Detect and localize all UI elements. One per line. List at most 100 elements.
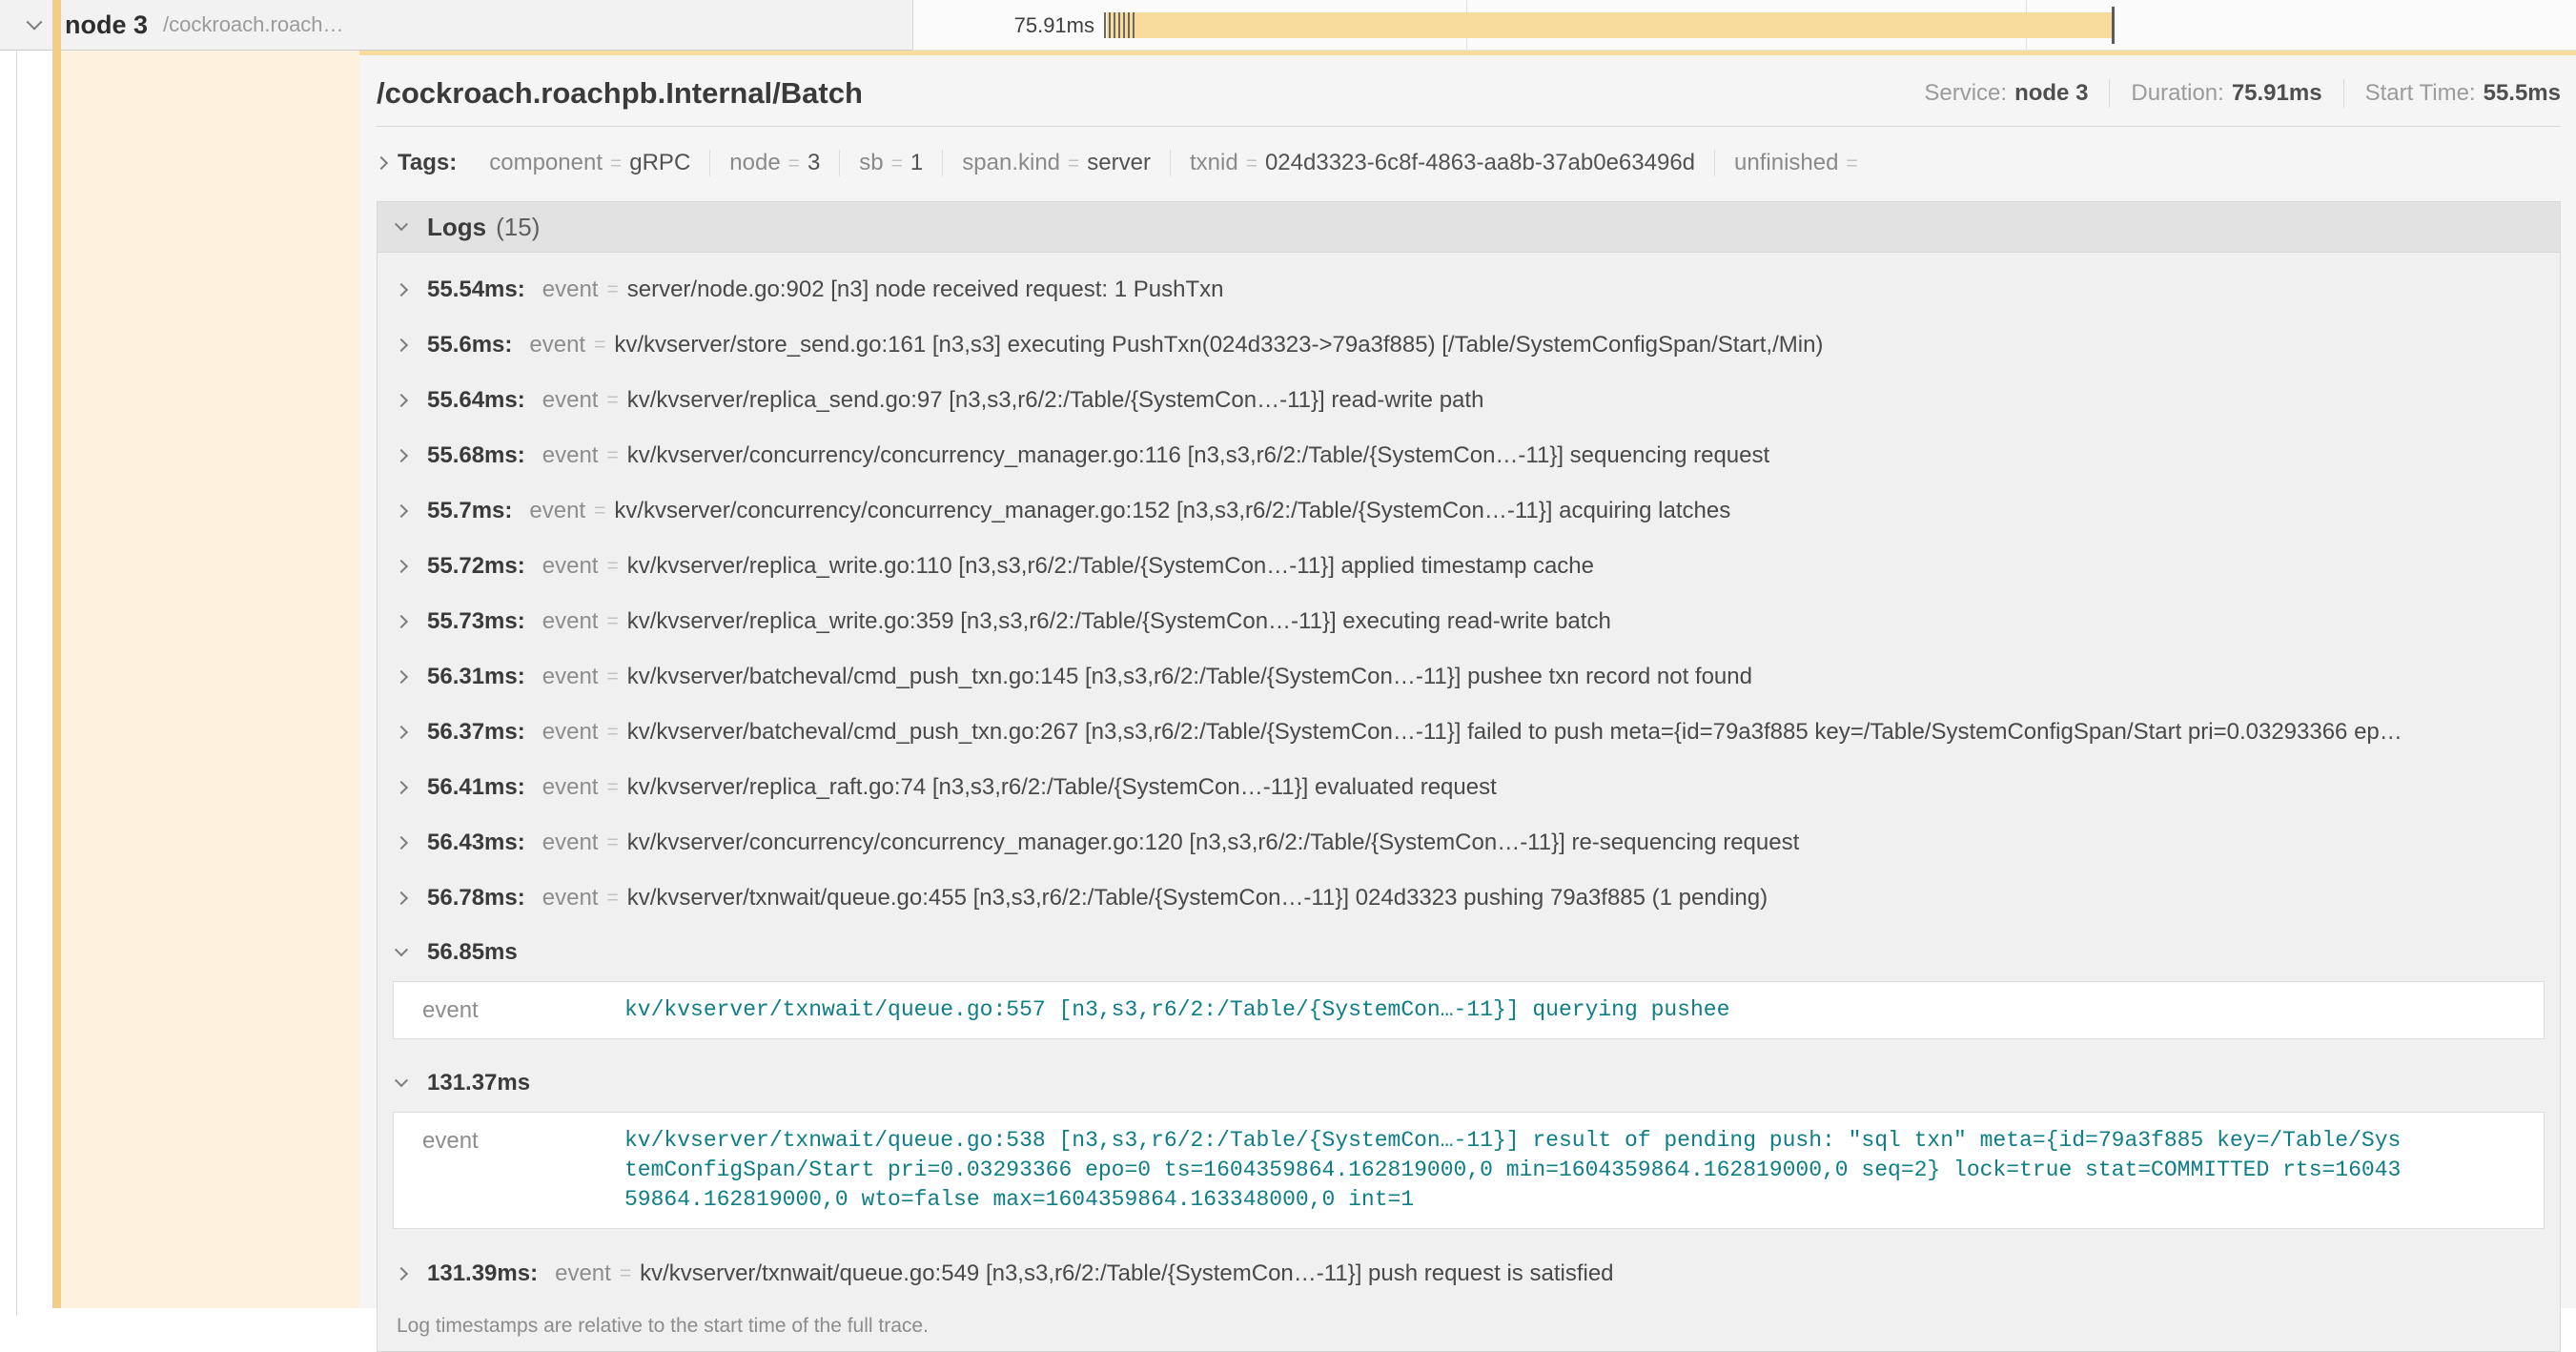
log-value-line: kv/kvserver/txnwait/queue.go:538 [n3,s3,…	[624, 1126, 2401, 1156]
chevron-down-icon[interactable]	[395, 943, 408, 956]
chevron-right-icon[interactable]	[395, 891, 408, 905]
log-marker	[1128, 12, 1130, 38]
log-row[interactable]: 55.64ms: event = kv/kvserver/replica_sen…	[378, 373, 2560, 428]
logs-count: (15)	[496, 213, 540, 242]
tag-key: unfinished	[1734, 150, 1838, 176]
tag-key: txnid	[1190, 150, 1238, 176]
chevron-right-icon[interactable]	[395, 726, 408, 739]
log-timestamp: 55.64ms:	[427, 387, 525, 414]
log-row-expanded-header[interactable]: 131.37ms	[378, 1056, 2560, 1110]
log-marker-end	[2112, 7, 2115, 44]
log-row[interactable]: 55.54ms: event = server/node.go:902 [n3]…	[378, 262, 2560, 318]
equals-sign: =	[1246, 153, 1257, 175]
equals-sign: =	[606, 776, 618, 799]
log-field-key: event	[542, 553, 599, 580]
chevron-right-icon[interactable]	[395, 615, 408, 628]
log-value-line: kv/kvserver/txnwait/queue.go:557 [n3,s3,…	[624, 995, 1729, 1025]
chevron-down-icon[interactable]	[395, 217, 408, 231]
chevron-right-icon[interactable]	[395, 781, 408, 794]
logs-section: Logs (15) 55.54ms: event = server/node.g…	[377, 201, 2561, 1352]
equals-sign: =	[606, 887, 618, 910]
log-marker	[1109, 12, 1111, 38]
tag-value: 1	[910, 150, 923, 176]
log-timestamp: 56.31ms:	[427, 664, 525, 690]
chevron-right-icon[interactable]	[395, 560, 408, 573]
log-marker	[1114, 12, 1115, 38]
log-message: kv/kvserver/txnwait/queue.go:455 [n3,s3,…	[627, 885, 1768, 912]
log-row[interactable]: 55.68ms: event = kv/kvserver/concurrency…	[378, 428, 2560, 483]
log-message: server/node.go:902 [n3] node received re…	[627, 277, 1224, 303]
log-field-key: event	[542, 830, 599, 856]
span-timeline-cell[interactable]: 75.91ms	[912, 0, 2576, 51]
equals-sign: =	[594, 334, 605, 357]
equals-sign: =	[606, 721, 618, 744]
tag-unfinished: unfinished =	[1714, 150, 1885, 176]
tag-value: 024d3323-6c8f-4863-aa8b-37ab0e63496d	[1265, 150, 1695, 176]
log-field-key: event	[542, 277, 599, 303]
equals-sign: =	[606, 610, 618, 633]
tags-row[interactable]: Tags: component = gRPC node = 3 sb = 1 s…	[377, 144, 2561, 182]
logs-title: Logs	[427, 213, 486, 242]
log-row[interactable]: 56.37ms: event = kv/kvserver/batcheval/c…	[378, 705, 2560, 760]
span-color-stripe	[52, 0, 61, 1308]
log-marker	[1118, 12, 1120, 38]
tag-span-kind: span.kind = server	[942, 150, 1170, 176]
log-row[interactable]: 56.78ms: event = kv/kvserver/txnwait/que…	[378, 871, 2560, 926]
tag-value: server	[1087, 150, 1151, 176]
logs-footer-note: Log timestamps are relative to the start…	[378, 1301, 2560, 1351]
log-timestamp: 56.41ms:	[427, 774, 525, 801]
logs-header[interactable]: Logs (15)	[378, 202, 2560, 253]
tag-value: gRPC	[629, 150, 690, 176]
trace-span-row[interactable]: node 3 /cockroach.roach… 75.91ms	[0, 0, 2576, 51]
log-field-value: kv/kvserver/txnwait/queue.go:538 [n3,s3,…	[624, 1126, 2401, 1215]
log-timestamp: 56.85ms	[427, 939, 518, 966]
span-detail-panel: /cockroach.roachpb.Internal/Batch Servic…	[359, 51, 2576, 1308]
span-name-cell[interactable]: node 3 /cockroach.roach…	[0, 0, 912, 51]
service-label: Service:	[1924, 80, 2007, 107]
chevron-right-icon[interactable]	[395, 449, 408, 462]
equals-sign: =	[594, 500, 605, 522]
tag-key: sb	[859, 150, 883, 176]
chevron-right-icon[interactable]	[395, 283, 408, 297]
log-field-key: event	[529, 332, 585, 358]
chevron-right-icon[interactable]	[395, 338, 408, 352]
span-detail-tint-column	[61, 51, 359, 1308]
log-field-key: event	[542, 719, 599, 746]
log-field-key: event	[529, 498, 585, 524]
log-row[interactable]: 131.39ms: event = kv/kvserver/txnwait/qu…	[378, 1246, 2560, 1301]
chevron-right-icon[interactable]	[375, 156, 388, 170]
span-duration-bar[interactable]	[1107, 12, 2115, 38]
log-row[interactable]: 55.73ms: event = kv/kvserver/replica_wri…	[378, 594, 2560, 649]
log-row[interactable]: 56.43ms: event = kv/kvserver/concurrency…	[378, 815, 2560, 871]
log-row-expanded-header[interactable]: 56.85ms	[378, 926, 2560, 979]
span-duration-label: 75.91ms	[913, 0, 1094, 51]
log-marker	[1133, 12, 1135, 38]
equals-sign: =	[606, 555, 618, 578]
log-field-key: event	[555, 1260, 611, 1287]
log-message: kv/kvserver/concurrency/concurrency_mana…	[614, 498, 1730, 524]
log-field-key: event	[394, 995, 624, 1025]
log-field-key: event	[542, 774, 599, 801]
log-row[interactable]: 55.72ms: event = kv/kvserver/replica_wri…	[378, 539, 2560, 594]
log-timestamp: 131.37ms	[427, 1070, 530, 1096]
log-row[interactable]: 56.31ms: event = kv/kvserver/batcheval/c…	[378, 649, 2560, 705]
chevron-down-icon[interactable]	[27, 14, 43, 31]
span-meta: Service: node 3 Duration: 75.91ms Start …	[1924, 79, 2561, 108]
log-row[interactable]: 55.7ms: event = kv/kvserver/concurrency/…	[378, 483, 2560, 539]
equals-sign: =	[606, 444, 618, 467]
chevron-right-icon[interactable]	[395, 504, 408, 518]
equals-sign: =	[606, 831, 618, 854]
tag-value: 3	[808, 150, 820, 176]
log-row[interactable]: 56.41ms: event = kv/kvserver/replica_raf…	[378, 760, 2560, 815]
duration-label: Duration:	[2131, 80, 2223, 107]
log-message: kv/kvserver/batcheval/cmd_push_txn.go:14…	[627, 664, 1752, 690]
chevron-down-icon[interactable]	[395, 1074, 408, 1087]
title-divider	[377, 126, 2561, 127]
log-timestamp: 55.6ms:	[427, 332, 512, 358]
chevron-right-icon[interactable]	[395, 670, 408, 684]
log-timestamp: 55.72ms:	[427, 553, 525, 580]
chevron-right-icon[interactable]	[395, 1267, 408, 1280]
chevron-right-icon[interactable]	[395, 394, 408, 407]
log-row[interactable]: 55.6ms: event = kv/kvserver/store_send.g…	[378, 318, 2560, 373]
chevron-right-icon[interactable]	[395, 836, 408, 850]
